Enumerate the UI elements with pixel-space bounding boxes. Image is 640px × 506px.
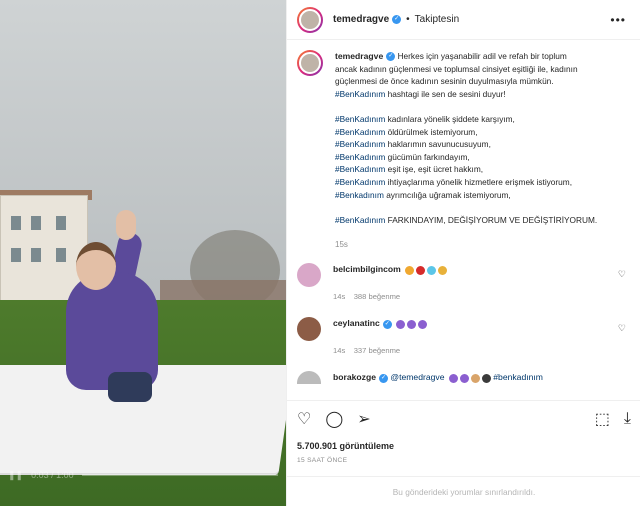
comment-likes[interactable]: 388 beğenme [354, 292, 400, 301]
caption-item: ayrımcılığa uğramak istemiyorum, [383, 189, 511, 200]
video-timestamp: 0:03 / 1:00 [31, 470, 74, 480]
like-comment-icon[interactable]: ♡ [618, 323, 626, 334]
comment-username[interactable]: ceylanatinc [333, 318, 380, 328]
caption-line: hashtagi ile sen de sesini duyur! [385, 88, 506, 99]
caption-item: öldürülmek istemiyorum, [385, 126, 478, 137]
video-person-hand [116, 210, 136, 240]
comment-body: belcimbilgincom 14s 388 beğenme [333, 263, 448, 303]
comment-icon[interactable]: ◯ [325, 409, 343, 429]
caption-line: güçlenmesi de önce kadının sesinin duyul… [335, 76, 554, 87]
caption-item: kadınlara yönelik şiddete karşıyım, [385, 113, 515, 124]
emoji-icon [416, 265, 426, 275]
hashtag-link[interactable]: #BenKadınım [335, 215, 385, 225]
comment-username[interactable]: belcimbilgincom [333, 264, 401, 274]
caption-item: ihtiyaçlarıma yönelik hizmetlere erişmek… [385, 176, 573, 187]
download-icon[interactable]: ⤓ [624, 410, 631, 428]
emoji-icon [407, 319, 417, 329]
avatar[interactable] [297, 6, 323, 33]
like-comment-icon[interactable]: ♡ [618, 269, 626, 280]
hashtag-link[interactable]: #BenKadınım [335, 127, 385, 137]
header-username[interactable]: temedragve [333, 14, 389, 25]
caption-line: Herkes için yaşanabilir adil ve refah bi… [397, 51, 567, 61]
emoji-icon [405, 265, 415, 275]
comments-limited-notice: Bu gönderideki yorumlar sınırlandırıldı. [287, 476, 640, 506]
hashtag-link[interactable]: #BenKadınım [335, 152, 385, 162]
comment-body: borakozge ✓ @temedragve #benkadınım [333, 371, 543, 384]
share-icon[interactable]: ➢ [357, 409, 370, 429]
comment-time[interactable]: 14s [333, 346, 345, 355]
action-icons: ♡ ◯ ➢ ⬚ ⤓ [297, 409, 631, 429]
comment: borakozge ✓ @temedragve #benkadınım [297, 371, 630, 384]
post-video[interactable]: ❚❚ 0:03 / 1:00 [0, 0, 286, 506]
emoji-icon [481, 373, 491, 383]
video-person-head [76, 242, 116, 290]
video-progress-bar[interactable] [81, 474, 278, 476]
comment-username[interactable]: borakozge [333, 372, 376, 382]
caption-avatar[interactable] [297, 50, 323, 76]
emoji-icon [470, 373, 480, 383]
video-controls[interactable]: ❚❚ 0:03 / 1:00 [0, 466, 286, 484]
caption-time[interactable]: 15s [335, 240, 630, 249]
hashtag-link[interactable]: #BenKadınım [335, 177, 385, 187]
emoji-icon [418, 319, 428, 329]
save-icon[interactable]: ⬚ [595, 409, 610, 429]
hashtag-link[interactable]: #benkadınım [493, 372, 543, 382]
verified-icon: ✓ [392, 15, 402, 24]
caption-item: gücümün farkındayım, [385, 151, 470, 162]
follow-status[interactable]: Takiptesin [415, 14, 459, 25]
like-icon[interactable]: ♡ [297, 409, 311, 429]
more-options-icon[interactable]: ••• [610, 13, 626, 27]
caption-line: ancak kadının güçlenmesi ve toplumsal ci… [335, 63, 578, 74]
caption-text: temedragve ✓ Herkes için yaşanabilir adil… [335, 50, 627, 226]
hashtag-link[interactable]: #Benkadınım [335, 190, 384, 200]
emoji-icon [427, 265, 437, 275]
post-body: temedragve ✓ Herkes için yaşanabilir adil… [287, 40, 640, 384]
post-panel: temedragve ✓ • Takiptesin ••• temedragve… [286, 0, 640, 506]
emoji-icon [459, 373, 469, 383]
verified-icon: ✓ [386, 52, 396, 62]
comment-likes[interactable]: 337 beğenme [354, 346, 400, 355]
comment-meta: 14s 337 beğenme [333, 345, 427, 357]
emoji-icon [438, 265, 448, 275]
comment-avatar[interactable] [297, 371, 321, 384]
play-icon[interactable]: ❚❚ [8, 470, 23, 481]
post-header: temedragve ✓ • Takiptesin ••• [287, 0, 640, 40]
comment: belcimbilgincom 14s 388 beğenme ♡ [297, 263, 630, 303]
emoji-icon [396, 319, 406, 329]
caption-item: eşit işe, eşit ücret hakkım, [385, 164, 484, 175]
hashtag-link[interactable]: #BenKadınım [335, 114, 385, 124]
hashtag-link[interactable]: #BenKadınım [335, 89, 385, 99]
comment: ceylanatinc ✓ 14s 337 beğenme ♡ [297, 317, 630, 357]
post-actions: ♡ ◯ ➢ ⬚ ⤓ 5.700.901 görüntüleme 15 SAAT … [287, 400, 640, 464]
comment-avatar[interactable] [297, 263, 321, 288]
post-age[interactable]: 15 SAAT ÖNCE [297, 457, 631, 464]
verified-icon: ✓ [382, 319, 392, 329]
caption-item: haklarımın savunucusuyum, [385, 139, 491, 150]
comment-avatar[interactable] [297, 317, 321, 342]
caption-item: FARKINDAYIM, DEĞİŞİYORUM VE DEĞİŞTİRİYOR… [385, 214, 598, 225]
separator-dot: • [406, 14, 410, 25]
caption: temedragve ✓ Herkes için yaşanabilir adil… [297, 50, 630, 226]
emoji-icon [448, 373, 458, 383]
comment-body: ceylanatinc ✓ 14s 337 beğenme [333, 317, 428, 357]
comment-meta: 14s 388 beğenme [333, 291, 447, 303]
verified-icon: ✓ [378, 373, 388, 383]
caption-username[interactable]: temedragve [335, 51, 383, 61]
comment-time[interactable]: 14s [333, 292, 345, 301]
view-count[interactable]: 5.700.901 görüntüleme [297, 441, 631, 451]
hashtag-link[interactable]: #BenKadınım [335, 139, 385, 149]
hashtag-link[interactable]: #BenKadınım [335, 164, 385, 174]
mention-link[interactable]: @temedragve [390, 372, 444, 382]
video-person-leg [108, 372, 152, 402]
